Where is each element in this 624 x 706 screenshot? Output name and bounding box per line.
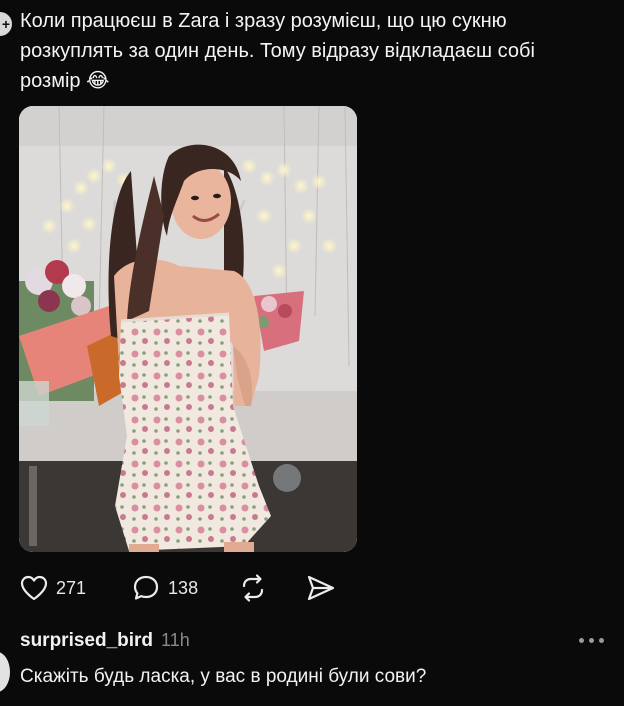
comment: surprised_bird 11h Скажіть будь ласка, у… — [20, 630, 610, 688]
like-count: 271 — [56, 577, 87, 598]
comment-bubble-icon — [133, 575, 159, 600]
heart-icon — [20, 575, 48, 601]
post-text: Коли працюєш в Zara і зразу розумієш, що… — [20, 10, 535, 92]
post-actions: 271 138 — [20, 570, 336, 606]
comment-count: 138 — [168, 577, 199, 598]
post-photo[interactable]: H y — [19, 106, 357, 552]
photo-illustration: H y — [19, 106, 357, 552]
comment-username[interactable]: surprised_bird — [20, 630, 153, 652]
comment-header: surprised_bird 11h — [20, 630, 610, 652]
share-button[interactable] — [306, 574, 336, 602]
comment-button[interactable]: 138 — [132, 574, 198, 602]
comment-time: 11h — [161, 630, 190, 650]
comment-text: Скажіть будь ласка, у вас в родині були … — [20, 666, 427, 687]
repost-button[interactable] — [238, 573, 268, 603]
send-icon — [307, 575, 335, 601]
follow-plus-icon: + — [1, 16, 10, 32]
commenter-avatar[interactable] — [0, 652, 10, 692]
repost-icon — [242, 574, 264, 602]
more-options-icon[interactable] — [579, 638, 604, 643]
author-avatar[interactable]: + — [0, 10, 14, 38]
like-button[interactable]: 271 — [20, 575, 86, 601]
